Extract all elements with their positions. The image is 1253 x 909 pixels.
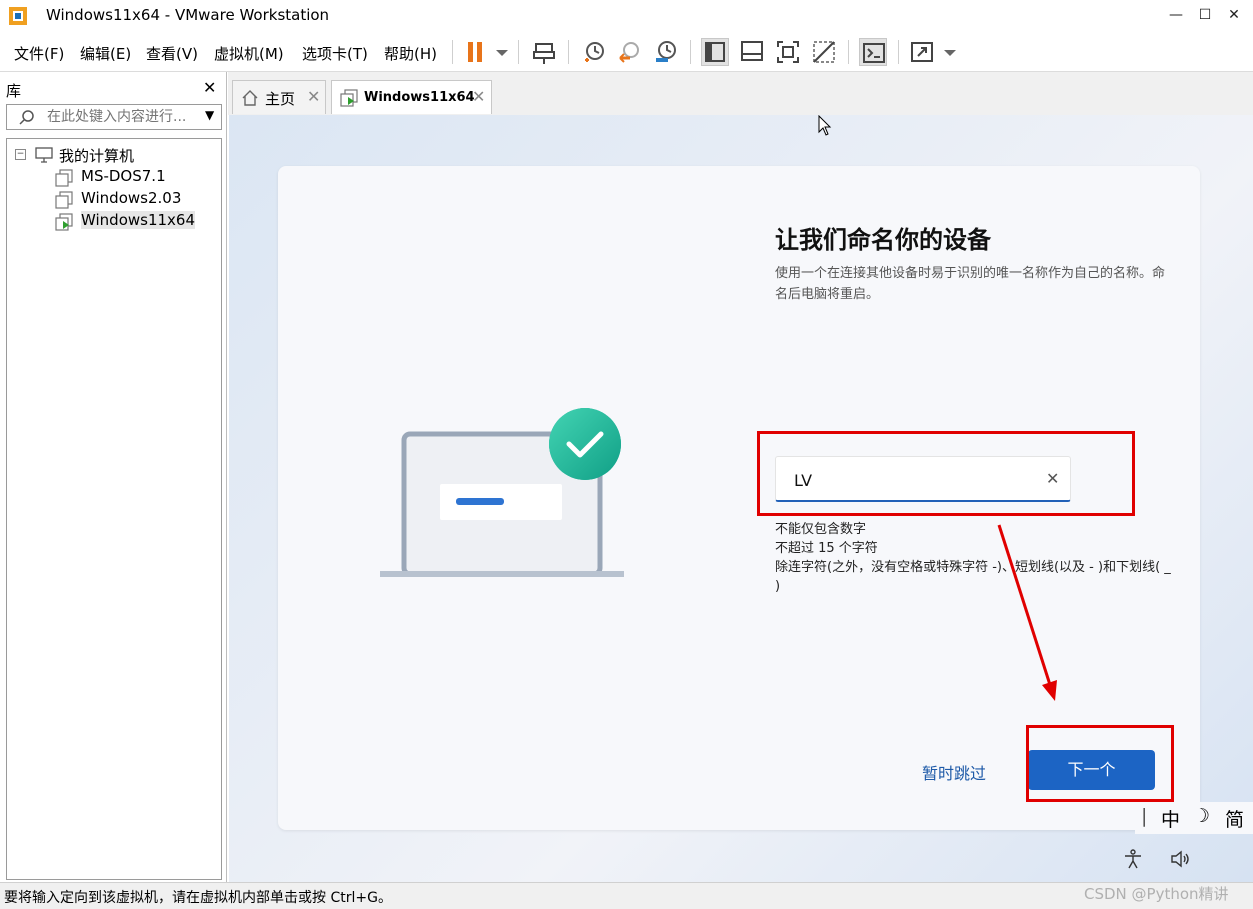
home-icon <box>242 90 258 106</box>
skip-link[interactable]: 暂时跳过 <box>922 760 986 784</box>
status-bar: 要将输入定向到该虚拟机，请在虚拟机内部单击或按 Ctrl+G。 CSDN @Py… <box>0 882 1253 909</box>
rule-text: 不能仅包含数字 <box>775 522 867 537</box>
menu-view[interactable]: 查看(V) <box>146 43 198 64</box>
pause-dropdown-icon[interactable] <box>488 38 508 66</box>
pause-icon[interactable] <box>462 38 490 66</box>
toolbar-separator <box>690 40 691 64</box>
tree-item-label: Windows11x64 <box>81 211 196 229</box>
ime-language[interactable]: 中 <box>1161 805 1180 832</box>
title-bar: Windows11x64 - VMware Workstation — ☐ ✕ <box>0 0 1253 32</box>
vm-running-icon <box>340 89 358 107</box>
annotation-box-input <box>757 431 1135 516</box>
snapshot-manager-icon[interactable] <box>652 38 680 66</box>
rule-text: 不超过 15 个字符 <box>775 541 878 556</box>
status-text: 要将输入定向到该虚拟机，请在虚拟机内部单击或按 Ctrl+G。 <box>4 890 392 906</box>
fullscreen-icon[interactable] <box>908 38 936 66</box>
menu-file[interactable]: 文件(F) <box>14 43 64 64</box>
watermark: CSDN @Python精讲 <box>1084 885 1229 903</box>
menu-help[interactable]: 帮助(H) <box>384 43 437 64</box>
minimize-button[interactable]: — <box>1160 4 1192 26</box>
toolbar-separator <box>518 40 519 64</box>
vmware-window: Windows11x64 - VMware Workstation — ☐ ✕ … <box>0 0 1253 909</box>
rule-text: 除连字符(之外，没有空格或特殊字符 -)、短划线(以及 - )和下划线( _ ) <box>775 560 1171 594</box>
toolbar-separator <box>848 40 849 64</box>
menu-vm[interactable]: 虚拟机(M) <box>214 43 284 64</box>
moon-icon[interactable]: ☽ <box>1193 805 1210 827</box>
computer-icon <box>35 147 53 163</box>
ime-mode[interactable]: 简 <box>1225 805 1244 832</box>
library-tree: − 我的计算机 MS-DOS7.1 Windows2.03 Windows11x… <box>6 138 222 880</box>
tab-label: 主页 <box>265 90 296 108</box>
library-close-icon[interactable]: ✕ <box>203 78 216 97</box>
send-keys-icon[interactable] <box>530 38 558 66</box>
laptop-check-illustration <box>380 408 624 577</box>
tab-windows11x64[interactable]: Windows11x64 ✕ <box>331 80 492 114</box>
library-panel: 库 ✕ ▼ − 我的计算机 <box>0 72 227 882</box>
ime-indicator[interactable]: | 中 ☽ 简 <box>1135 802 1253 834</box>
search-icon <box>19 110 34 125</box>
tree-item-label: MS-DOS7.1 <box>81 167 166 185</box>
menu-tabs[interactable]: 选项卡(T) <box>302 43 368 64</box>
thumbnail-view-icon[interactable] <box>738 38 766 66</box>
vmware-logo-icon <box>9 7 27 25</box>
revert-snapshot-icon[interactable] <box>616 38 644 66</box>
tree-root-label: 我的计算机 <box>59 147 135 165</box>
collapse-icon[interactable]: − <box>15 149 26 160</box>
fullscreen-fit-icon[interactable] <box>774 38 802 66</box>
close-button[interactable]: ✕ <box>1218 4 1250 26</box>
tab-close-icon[interactable]: ✕ <box>472 87 485 106</box>
ime-separator: | <box>1141 805 1148 827</box>
mouse-cursor-icon <box>818 115 832 136</box>
toolbar-separator <box>568 40 569 64</box>
console-icon[interactable] <box>859 38 887 66</box>
tree-item-vm[interactable]: MS-DOS7.1 <box>55 167 215 187</box>
library-search-input[interactable] <box>47 107 197 127</box>
accessibility-icon[interactable] <box>1122 848 1144 870</box>
library-title: 库 <box>6 82 22 100</box>
library-search[interactable]: ▼ <box>6 104 222 130</box>
oobe-subtitle: 使用一个在连接其他设备时易于识别的唯一名称作为自己的名称。命名后电脑将重启。 <box>775 266 1166 302</box>
fullscreen-dropdown-icon[interactable] <box>936 38 956 66</box>
search-dropdown-icon[interactable]: ▼ <box>205 108 214 122</box>
window-title: Windows11x64 - VMware Workstation <box>46 6 330 24</box>
vm-icon <box>55 169 73 187</box>
tree-root-my-computer[interactable]: − 我的计算机 <box>15 145 215 165</box>
toolbar-separator <box>452 40 453 64</box>
tab-close-icon[interactable]: ✕ <box>307 87 320 106</box>
maximize-button[interactable]: ☐ <box>1189 4 1221 26</box>
vm-screen[interactable]: 让我们命名你的设备 使用一个在连接其他设备时易于识别的唯一名称作为自己的名称。命… <box>229 115 1253 882</box>
vm-icon <box>55 191 73 209</box>
tree-item-vm-selected[interactable]: Windows11x64 <box>55 211 215 231</box>
menu-edit[interactable]: 编辑(E) <box>80 43 131 64</box>
tree-item-label: Windows2.03 <box>81 189 182 207</box>
snapshot-icon[interactable] <box>580 38 608 66</box>
menu-toolbar: 文件(F) 编辑(E) 查看(V) 虚拟机(M) 选项卡(T) 帮助(H) <box>0 32 1253 72</box>
oobe-title: 让我们命名你的设备 <box>775 226 991 254</box>
vm-running-icon <box>55 213 73 231</box>
naming-rules: 不能仅包含数字 不超过 15 个字符 除连字符(之外，没有空格或特殊字符 -)、… <box>775 520 1175 596</box>
tab-home[interactable]: 主页 ✕ <box>232 80 326 114</box>
toolbar-separator <box>898 40 899 64</box>
library-view-icon[interactable] <box>701 38 729 66</box>
tab-strip: 主页 ✕ Windows11x64 ✕ <box>228 72 1253 115</box>
tree-item-vm[interactable]: Windows2.03 <box>55 189 215 209</box>
annotation-box-next <box>1026 725 1174 802</box>
tab-label: Windows11x64 <box>364 90 475 105</box>
volume-icon[interactable] <box>1169 848 1191 870</box>
unity-icon[interactable] <box>810 38 838 66</box>
